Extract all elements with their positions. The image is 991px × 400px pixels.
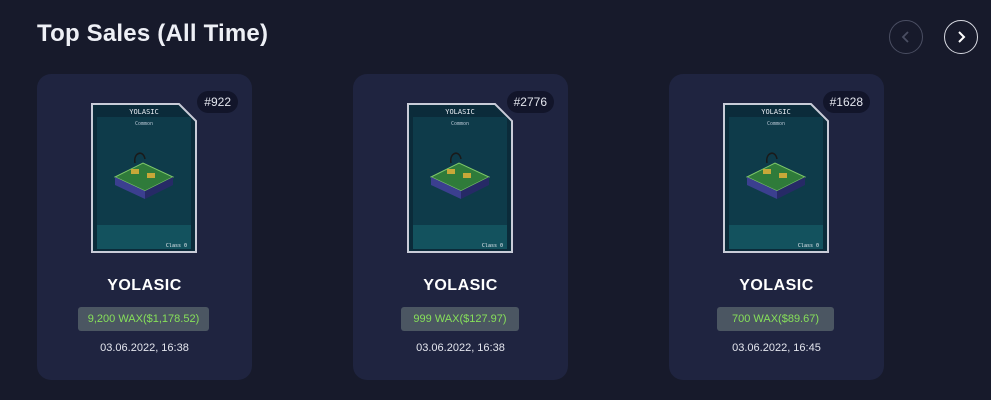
nft-class: Class 0: [798, 243, 819, 249]
page-title: Top Sales (All Time): [37, 20, 269, 47]
nft-rarity: Common: [767, 121, 785, 127]
nft-title: YOLASIC: [445, 108, 475, 116]
nft-class: Class 0: [482, 243, 503, 249]
price-tag: 999 WAX($127.97): [401, 307, 519, 331]
nft-rarity: Common: [451, 121, 469, 127]
chevron-right-icon: [958, 31, 966, 43]
sale-date: 03.06.2022, 16:38: [416, 342, 505, 354]
nft-title: YOLASIC: [129, 108, 159, 116]
card-name: YOLASIC: [423, 277, 498, 294]
price-tag: 700 WAX($89.67): [717, 307, 834, 331]
nft-card-image[interactable]: YOLASIC Common Class 0: [407, 103, 513, 253]
serial-badge: #1628: [822, 91, 870, 113]
carousel-next-button[interactable]: [944, 20, 978, 54]
serial-badge: #922: [197, 91, 238, 113]
nft-rarity: Common: [135, 121, 153, 127]
card-name: YOLASIC: [739, 277, 814, 294]
sale-card[interactable]: #2776 YOLASIC Common Class 0 YOLASIC 999…: [353, 74, 568, 380]
sale-card[interactable]: #922 YOLASIC Common Class 0 YOLASIC 9,20…: [37, 74, 252, 380]
nft-card-image[interactable]: YOLASIC Common Class 0: [723, 103, 829, 253]
carousel-prev-button[interactable]: [889, 20, 923, 54]
chevron-left-icon: [901, 31, 909, 43]
serial-badge: #2776: [506, 91, 554, 113]
card-name: YOLASIC: [107, 277, 182, 294]
sale-card[interactable]: #1628 YOLASIC Common Class 0 YOLASIC 700…: [669, 74, 884, 380]
nft-card-image[interactable]: YOLASIC Common Class 0: [91, 103, 197, 253]
sale-date: 03.06.2022, 16:38: [100, 342, 189, 354]
nft-title: YOLASIC: [761, 108, 791, 116]
sale-date: 03.06.2022, 16:45: [732, 342, 821, 354]
price-tag: 9,200 WAX($1,178.52): [78, 307, 209, 331]
nft-class: Class 0: [166, 243, 187, 249]
